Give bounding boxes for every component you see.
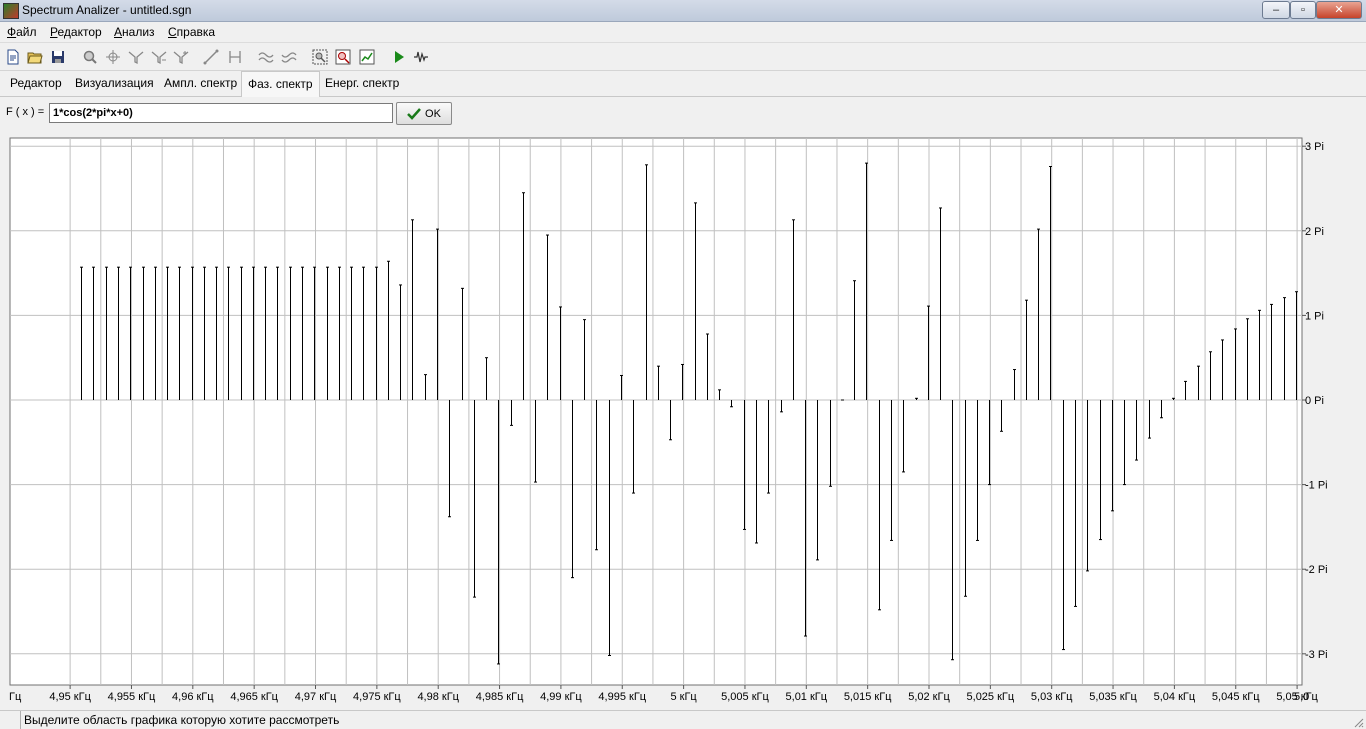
app-icon	[3, 3, 19, 19]
wave-filter-2-icon[interactable]	[280, 48, 298, 66]
close-button[interactable]: ✕	[1316, 1, 1362, 19]
x-tick-label: 5,04 кГц	[1154, 691, 1196, 703]
save-icon[interactable]	[49, 48, 67, 66]
plot-area	[9, 137, 1303, 686]
menu-analysis[interactable]: Анализ	[114, 25, 155, 39]
x-tick-label: 5,01 кГц	[786, 691, 828, 703]
x-tick-label: 4,97 кГц	[295, 691, 337, 703]
x-tick-label: 4,995 кГц	[598, 691, 646, 703]
zoom-reset-icon[interactable]	[334, 48, 352, 66]
x-tick-label: 5,025 кГц	[967, 691, 1015, 703]
play-icon[interactable]	[390, 48, 408, 66]
menu-bar: Файл Редактор Анализ Справка	[0, 22, 1366, 43]
tab-editor[interactable]: Редактор	[4, 71, 68, 95]
crosshair-icon[interactable]	[104, 48, 122, 66]
x-tick-label: 4,96 кГц	[172, 691, 214, 703]
zoom-icon[interactable]	[81, 48, 99, 66]
x-tick-label: 4,965 кГц	[230, 691, 278, 703]
signal-icon[interactable]	[412, 48, 430, 66]
formula-row: F ( x ) = OK	[0, 100, 1366, 126]
x-tick-label: Гц	[9, 691, 22, 703]
x-tick-label: 5,015 кГц	[844, 691, 892, 703]
tab-amplitude-spectrum[interactable]: Ампл. спектр	[158, 71, 243, 95]
y-tick-label: 2 Pi	[1305, 226, 1324, 238]
tab-phase-spectrum[interactable]: Фаз. спектр	[241, 71, 320, 97]
toolbar	[0, 44, 1366, 71]
x-tick-label: 5,005 кГц	[721, 691, 769, 703]
x-tick-label: 4,955 кГц	[108, 691, 156, 703]
x-tick-label: 5,03 кГц	[1031, 691, 1073, 703]
menu-file[interactable]: Файл	[7, 25, 37, 39]
y-tick-label: 1 Pi	[1305, 310, 1324, 322]
y-tick-label: 3 Pi	[1305, 141, 1324, 153]
y-tick-label: 0 Pi	[1305, 395, 1324, 407]
x-tick-label: 4,95 кГц	[49, 691, 91, 703]
x-tick-label: 4,98 кГц	[417, 691, 459, 703]
wave-filter-icon[interactable]	[257, 48, 275, 66]
bracket-icon[interactable]	[226, 48, 244, 66]
ok-button[interactable]: OK	[396, 102, 452, 125]
checkmark-icon	[407, 107, 421, 120]
y-tick-label: -2 Pi	[1305, 564, 1328, 576]
line-icon[interactable]	[202, 48, 220, 66]
y-tick-label: -1 Pi	[1305, 480, 1328, 492]
filter-icon[interactable]	[127, 48, 145, 66]
status-bar: Выделите область графика которую хотите …	[0, 710, 1366, 729]
chart-icon[interactable]	[358, 48, 376, 66]
tab-visualization[interactable]: Визуализация	[69, 71, 160, 95]
y-tick-label: -3 Pi	[1305, 649, 1328, 661]
minimize-button[interactable]: –	[1262, 1, 1290, 19]
menu-help[interactable]: Справка	[168, 25, 215, 39]
title-bar: Spectrum Analizer - untitled.sgn – ▫ ✕	[0, 0, 1366, 22]
filter-3-icon[interactable]	[172, 48, 190, 66]
x-tick-label: 4,975 кГц	[353, 691, 401, 703]
formula-label: F ( x ) =	[6, 106, 45, 118]
x-tick-label: 5 кГц	[670, 691, 697, 703]
x-tick-label: 5,035 кГц	[1089, 691, 1137, 703]
tab-energy-spectrum[interactable]: Енерг. спектр	[319, 71, 405, 95]
status-separator	[20, 711, 21, 729]
x-tick-label: 4,99 кГц	[540, 691, 582, 703]
resize-grip-icon[interactable]	[1352, 716, 1364, 728]
menu-editor[interactable]: Редактор	[50, 25, 102, 39]
filter-2-icon[interactable]	[150, 48, 168, 66]
tab-bar: Редактор Визуализация Ампл. спектр Фаз. …	[0, 71, 1366, 97]
maximize-button[interactable]: ▫	[1290, 1, 1316, 19]
chart-svg: 3 Pi 2 Pi 1 Pi 0 Pi -1 Pi -2 Pi -3 Pi Гц 4,95 к…	[9, 137, 1328, 703]
x-tick-label: 5,0	[1294, 691, 1309, 703]
status-text: Выделите область графика которую хотите …	[24, 713, 340, 727]
open-folder-icon[interactable]	[26, 48, 44, 66]
ok-button-label: OK	[425, 107, 441, 120]
select-zoom-icon[interactable]	[311, 48, 329, 66]
x-tick-label: 4,985 кГц	[476, 691, 524, 703]
phase-spectrum-chart[interactable]: 3 Pi 2 Pi 1 Pi 0 Pi -1 Pi -2 Pi -3 Pi Гц 4,95 к…	[0, 130, 1366, 708]
x-tick-label: 5,045 кГц	[1212, 691, 1260, 703]
formula-input[interactable]	[49, 103, 393, 123]
new-file-icon[interactable]	[4, 48, 22, 66]
window-title: Spectrum Analizer - untitled.sgn	[22, 3, 192, 17]
x-tick-label: 5,02 кГц	[908, 691, 950, 703]
